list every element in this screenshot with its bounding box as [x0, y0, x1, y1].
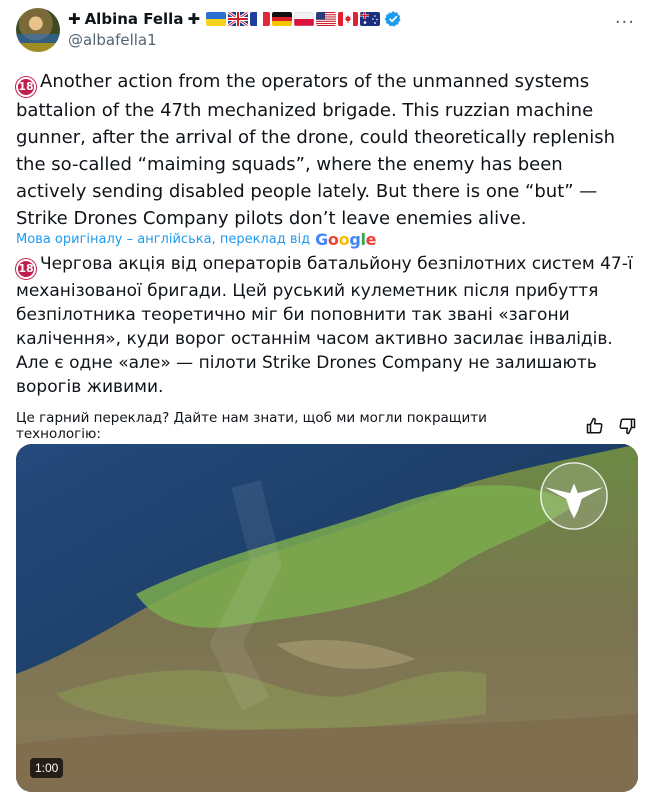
author-name-row[interactable]: ✚ Albina Fella ✚	[68, 10, 402, 28]
australia-flag-icon	[360, 12, 381, 26]
poland-flag-icon	[294, 12, 315, 26]
strike-drones-logo	[540, 462, 608, 530]
feedback-prompt: Це гарний переклад? Дайте нам знати, щоб…	[16, 410, 487, 442]
avatar[interactable]	[16, 8, 60, 52]
post-text-uk-content: Чергова акція від операторів батальйону …	[16, 254, 633, 397]
more-options-icon[interactable]: ···	[615, 12, 635, 33]
verified-badge-icon	[384, 11, 401, 27]
age-restriction-badge: 18	[16, 259, 36, 279]
translation-note[interactable]: Мова оригіналу – англійська, переклад ві…	[16, 232, 310, 247]
uk-flag-icon	[228, 12, 249, 26]
author-handle[interactable]: @albafella1	[68, 31, 157, 49]
canada-flag-icon	[338, 12, 359, 26]
age-restriction-badge: 18	[16, 77, 36, 97]
cross-icon: ✚	[187, 10, 201, 28]
ukraine-flag-icon	[206, 12, 227, 26]
translation-notice[interactable]: Мова оригіналу – англійська, переклад ві…	[16, 230, 377, 249]
france-flag-icon	[250, 12, 271, 26]
cross-icon: ✚	[68, 10, 81, 28]
translation-feedback: Це гарний переклад? Дайте нам знати, щоб…	[16, 410, 636, 442]
post-text-en-content: Another action from the operators of the…	[16, 71, 615, 229]
post-text-en: 18 Another action from the operators of t…	[16, 68, 638, 232]
germany-flag-icon	[272, 12, 293, 26]
google-logo: Google	[315, 230, 377, 249]
flag-icons	[206, 12, 381, 26]
thumbs-down-icon[interactable]	[618, 417, 636, 435]
video-duration: 1:00	[30, 758, 64, 778]
author-name[interactable]: Albina Fella	[85, 10, 184, 28]
post-text-uk: 18 Чергова акція від операторів батальйон…	[16, 252, 638, 399]
thumbs-up-icon[interactable]	[586, 417, 604, 435]
usa-flag-icon	[316, 12, 337, 26]
